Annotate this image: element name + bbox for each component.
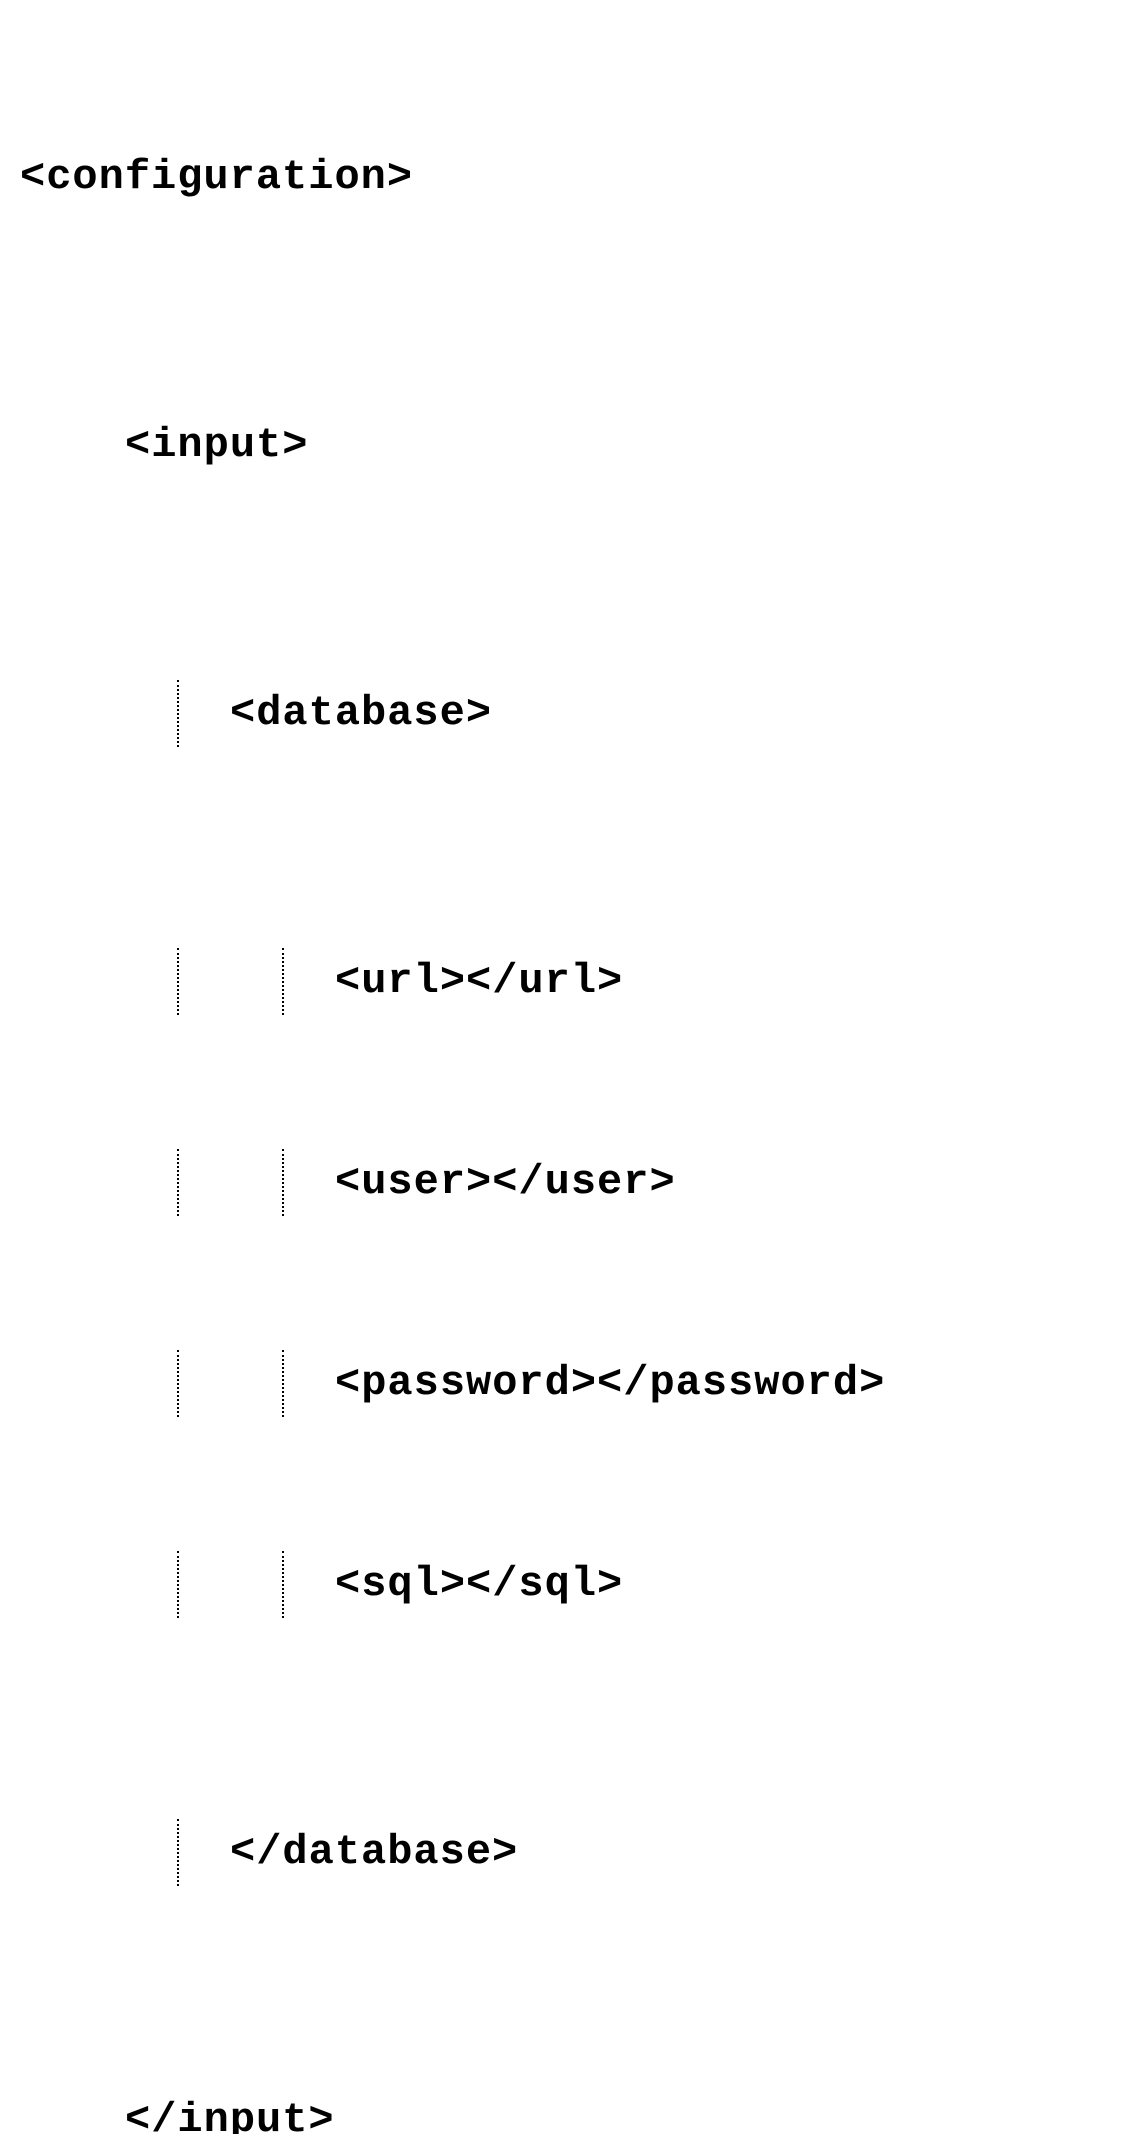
code-line: <user></user> (335, 1149, 676, 1216)
code-line: <configuration> (20, 144, 413, 211)
code-line: <database> (230, 680, 492, 747)
code-line: <sql></sql> (335, 1551, 623, 1618)
code-line: <input> (125, 412, 308, 479)
code-line: </input> (125, 2087, 335, 2134)
xml-code-block: <configuration> <input> <database> <url>… (20, 10, 1121, 2134)
code-line: </database> (230, 1819, 518, 1886)
code-line: <url></url> (335, 948, 623, 1015)
code-line: <password></password> (335, 1350, 885, 1417)
